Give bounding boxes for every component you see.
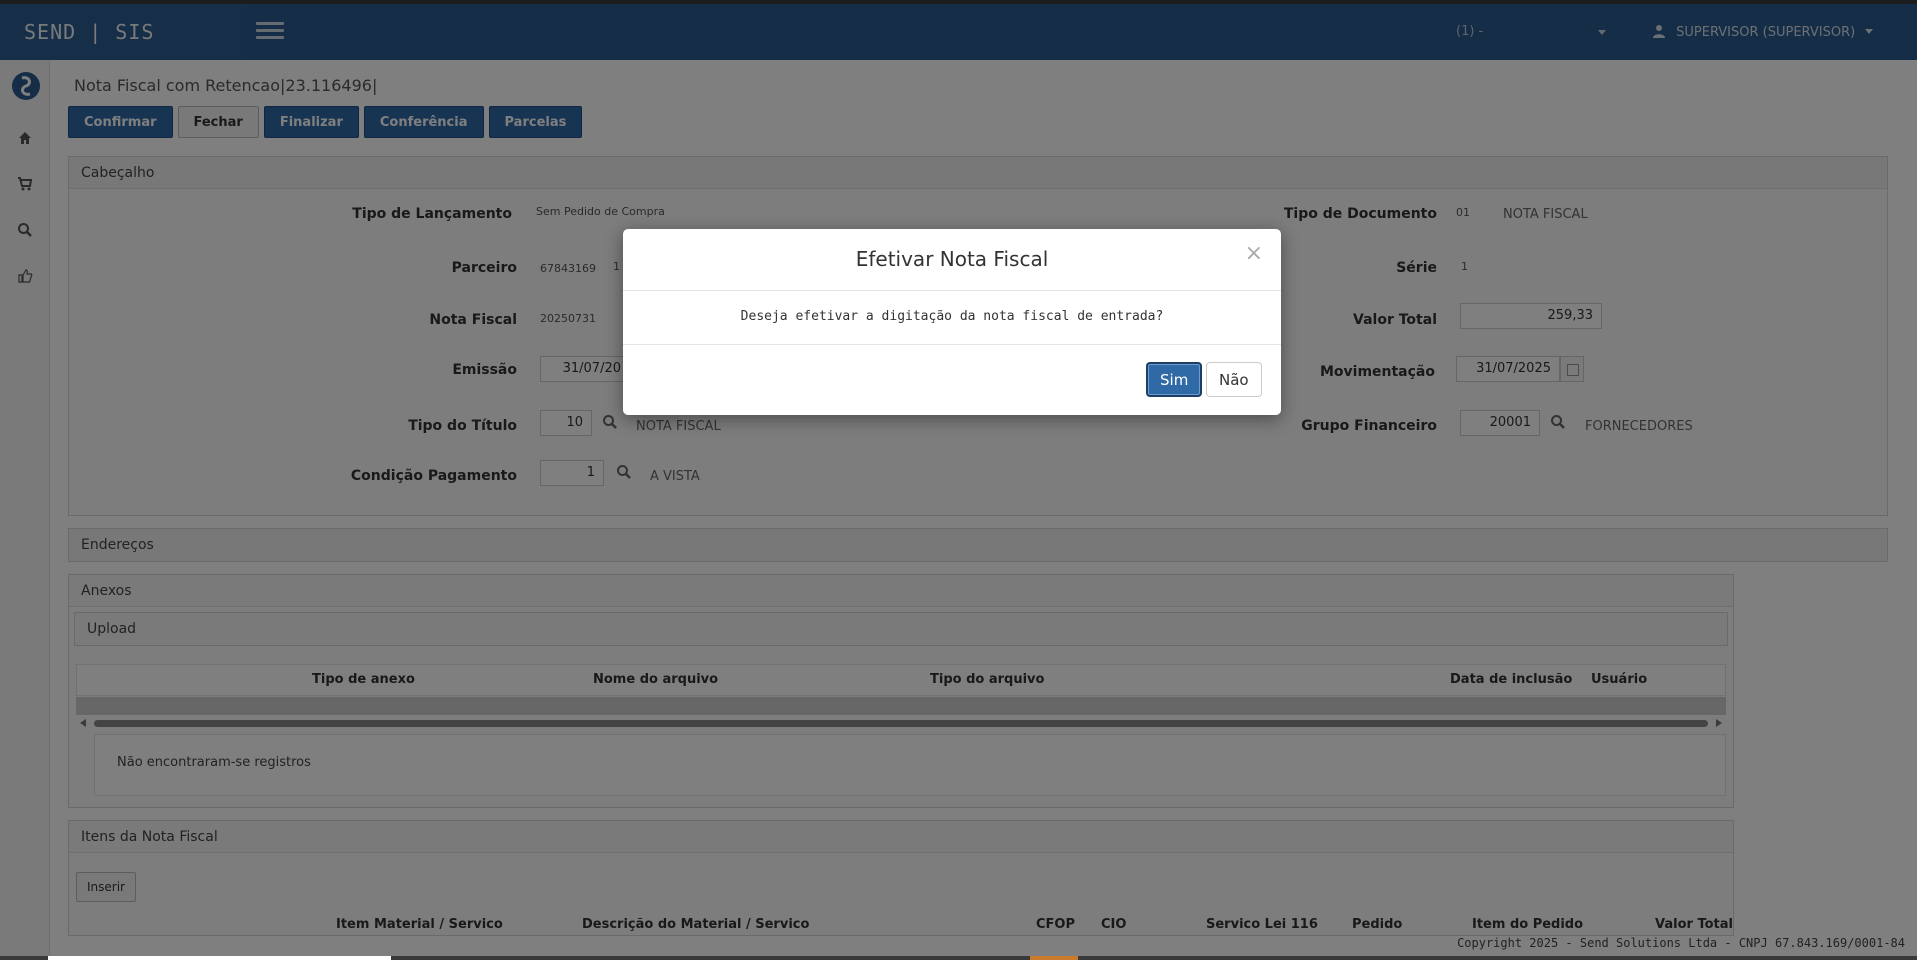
bottom-bar <box>0 956 1917 960</box>
confirm-dialog: Efetivar Nota Fiscal × Deseja efetivar a… <box>623 229 1281 415</box>
dialog-header: Efetivar Nota Fiscal × <box>623 229 1281 291</box>
yes-button[interactable]: Sim <box>1146 362 1203 397</box>
close-icon[interactable]: × <box>1245 243 1263 265</box>
dialog-title: Efetivar Nota Fiscal <box>855 247 1049 271</box>
no-button[interactable]: Não <box>1206 362 1262 397</box>
modal-backdrop[interactable] <box>0 0 1917 956</box>
dialog-message: Deseja efetivar a digitação da nota fisc… <box>623 291 1281 345</box>
dialog-footer: Sim Não <box>623 345 1281 413</box>
